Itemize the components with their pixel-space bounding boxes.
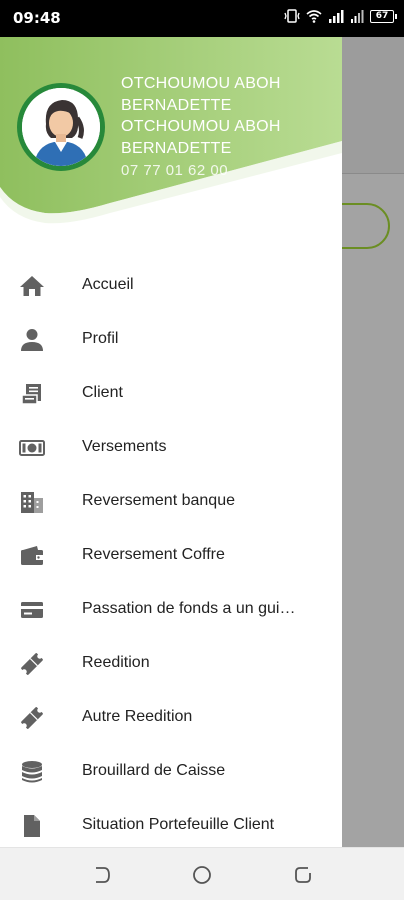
bank-building-icon bbox=[19, 490, 45, 514]
menu-item-reedition[interactable]: Reedition bbox=[0, 637, 342, 691]
menu-item-label: Accueil bbox=[82, 276, 134, 293]
menu-item-reversement-coffre[interactable]: Reversement Coffre bbox=[0, 529, 342, 583]
battery-level: 67 bbox=[375, 10, 389, 21]
avatar[interactable] bbox=[17, 83, 105, 171]
signal-icon-2 bbox=[351, 9, 364, 23]
signal-icon bbox=[329, 9, 344, 23]
menu-item-label: Reedition bbox=[82, 654, 150, 671]
ticket-icon bbox=[19, 706, 45, 730]
menu-item-versements[interactable]: Versements bbox=[0, 421, 342, 475]
menu-item-label: Client bbox=[82, 384, 123, 401]
status-bar: 09:48 67 bbox=[0, 0, 404, 37]
drawer-header: OTCHOUMOU ABOH BERNADETTE OTCHOUMOU ABOH… bbox=[0, 37, 342, 237]
receipt-icon bbox=[19, 382, 45, 406]
system-navigation-bar bbox=[0, 847, 404, 900]
wallet-icon bbox=[19, 544, 45, 568]
status-icons: 67 bbox=[284, 9, 397, 23]
menu-item-reversement-banque[interactable]: Reversement banque bbox=[0, 475, 342, 529]
menu-item-label: Profil bbox=[82, 330, 119, 347]
menu-item-autre-reedition[interactable]: Autre Reedition bbox=[0, 691, 342, 745]
home-icon bbox=[19, 274, 45, 298]
clock: 09:48 bbox=[13, 9, 61, 27]
drawer-menu: Accueil Profil Client Versements Reverse… bbox=[0, 259, 342, 847]
menu-item-label: Autre Reedition bbox=[82, 708, 193, 725]
menu-item-client[interactable]: Client bbox=[0, 367, 342, 421]
menu-item-label: Passation de fonds a un gui… bbox=[82, 600, 296, 617]
user-avatar-icon bbox=[22, 88, 100, 166]
money-icon bbox=[19, 436, 45, 460]
person-icon bbox=[19, 328, 45, 352]
menu-item-brouillard-caisse[interactable]: Brouillard de Caisse bbox=[0, 745, 342, 799]
battery-icon: 67 bbox=[370, 9, 397, 23]
menu-item-passation-fonds[interactable]: Passation de fonds a un gui… bbox=[0, 583, 342, 637]
database-icon bbox=[19, 760, 45, 784]
menu-item-situation-portefeuille[interactable]: Situation Portefeuille Client bbox=[0, 799, 342, 847]
menu-item-label: Versements bbox=[82, 438, 167, 455]
recents-button[interactable] bbox=[292, 864, 314, 886]
menu-item-profil[interactable]: Profil bbox=[0, 313, 342, 367]
document-icon bbox=[19, 814, 45, 838]
user-phone: 07 77 01 62 00 bbox=[121, 162, 229, 179]
vibrate-icon bbox=[284, 9, 300, 23]
navigation-drawer: OTCHOUMOU ABOH BERNADETTE OTCHOUMOU ABOH… bbox=[0, 37, 342, 847]
menu-item-label: Situation Portefeuille Client bbox=[82, 816, 275, 833]
home-button[interactable] bbox=[191, 864, 213, 886]
menu-item-label: Reversement Coffre bbox=[82, 546, 225, 563]
card-icon bbox=[19, 598, 45, 622]
back-button[interactable] bbox=[90, 864, 112, 886]
menu-item-label: Brouillard de Caisse bbox=[82, 762, 226, 779]
menu-item-accueil[interactable]: Accueil bbox=[0, 259, 342, 313]
wifi-icon bbox=[306, 9, 322, 23]
user-name: OTCHOUMOU ABOH BERNADETTE OTCHOUMOU ABOH… bbox=[121, 75, 281, 157]
ticket-icon bbox=[19, 652, 45, 676]
menu-item-label: Reversement banque bbox=[82, 492, 235, 509]
